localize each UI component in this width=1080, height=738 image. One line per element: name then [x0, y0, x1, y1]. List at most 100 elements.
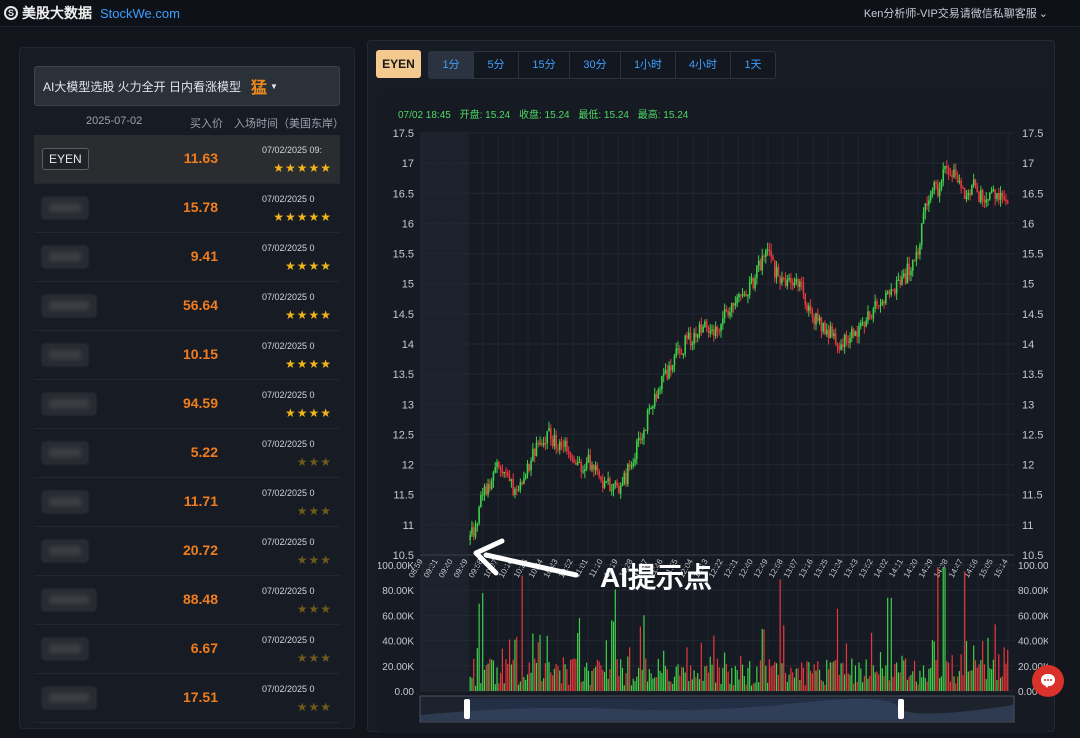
- ticker-badge[interactable]: XXXX: [42, 197, 89, 219]
- pick-row[interactable]: XXXX 9.41 07/02/2025 0 ★★★★: [34, 233, 340, 282]
- price-tick-label-left: 15.5: [393, 249, 414, 261]
- pick-row[interactable]: XXXXX 94.59 07/02/2025 0 ★★★★: [34, 380, 340, 429]
- volume-bar: [491, 659, 493, 691]
- buy-price: 10.15: [182, 346, 218, 362]
- candle-body: [949, 174, 952, 176]
- candle-body: [881, 301, 884, 305]
- ticker-badge[interactable]: EYEN: [42, 148, 89, 170]
- candle-body: [756, 265, 758, 279]
- volume-tick-label-left: 0.00: [395, 687, 415, 698]
- ticker-badge[interactable]: XXXXX: [42, 687, 97, 709]
- candle-body: [888, 291, 891, 295]
- ticker-badge[interactable]: XXXXX: [42, 589, 97, 611]
- volume-bar: [858, 662, 860, 691]
- volume-bar: [935, 659, 937, 691]
- ticker-badge[interactable]: XXXX: [42, 638, 89, 660]
- volume-bar: [874, 672, 876, 691]
- navigator-handle-left[interactable]: [464, 699, 470, 719]
- volume-bar: [770, 666, 772, 691]
- candle-body: [489, 484, 491, 489]
- price-tick-label-left: 12.5: [393, 429, 414, 441]
- volume-bar: [738, 679, 740, 691]
- candle-body: [895, 280, 898, 294]
- price-tick-label-left: 17.5: [393, 128, 414, 140]
- pick-row[interactable]: XXXXX 88.48 07/02/2025 0 ★★★: [34, 576, 340, 625]
- navigator-handle-right[interactable]: [898, 699, 904, 719]
- pick-row[interactable]: EYEN 11.63 07/02/2025 09: ★★★★★: [34, 135, 340, 184]
- candle-body: [558, 441, 561, 450]
- rating-stars: ★★★: [296, 553, 332, 567]
- volume-bar: [759, 660, 762, 691]
- candle-body: [913, 260, 916, 262]
- pick-row[interactable]: XXXX 15.78 07/02/2025 0 ★★★★★: [34, 184, 340, 233]
- site-logo[interactable]: S 美股大数据 StockWe.com: [4, 3, 180, 23]
- candle-body: [521, 482, 523, 485]
- volume-bar: [767, 682, 769, 691]
- volume-bar: [856, 681, 858, 691]
- volume-bar: [1007, 649, 1009, 691]
- contact-menu[interactable]: Ken分析师-VIP交易请微信私聊客服 ⌄: [864, 5, 1048, 21]
- candle-body: [886, 291, 889, 293]
- candle-body: [788, 277, 790, 280]
- pick-row[interactable]: XXXX 5.22 07/02/2025 0 ★★★: [34, 429, 340, 478]
- ticker-badge[interactable]: XXXX: [42, 540, 89, 562]
- timeframe-tab[interactable]: 1小时: [621, 52, 676, 78]
- candlestick-chart[interactable]: 10.5 10.511 1111.5 11.512 1212.5 12.513 1313.5…: [377, 93, 1056, 733]
- volume-bar: [544, 663, 547, 691]
- ticker-badge[interactable]: XXXX: [42, 246, 89, 268]
- timeframe-tab[interactable]: 4小时: [676, 52, 731, 78]
- candle-body: [781, 277, 783, 284]
- volume-bar: [697, 673, 699, 691]
- volume-bar: [591, 670, 593, 691]
- candle-body: [919, 244, 921, 255]
- candle-body: [687, 332, 690, 339]
- ticker-badge[interactable]: XXXXX: [42, 295, 97, 317]
- candle-body: [632, 463, 635, 466]
- model-selector[interactable]: AI大模型选股 火力全开 日内看涨模型 猛 ▼: [34, 66, 340, 106]
- ticker-badge[interactable]: XXXX: [42, 442, 89, 464]
- volume-bar: [629, 647, 631, 691]
- candle-body: [646, 410, 649, 431]
- info-high: 最高: 15.24: [637, 110, 689, 121]
- site-url[interactable]: StockWe.com: [100, 6, 180, 21]
- volume-bar: [736, 669, 738, 691]
- timeframe-tab[interactable]: 15分: [519, 52, 570, 78]
- candle-body: [501, 470, 504, 474]
- timeframe-tab[interactable]: 1天: [731, 52, 775, 78]
- ticker-badge[interactable]: XXXXX: [42, 393, 97, 415]
- volume-bar: [750, 685, 753, 691]
- volume-bar: [743, 676, 745, 691]
- candle-body: [820, 317, 823, 332]
- volume-bar: [702, 680, 704, 691]
- timeframe-tab[interactable]: 1分: [429, 52, 474, 78]
- time-tick-label: 14:02: [872, 557, 890, 579]
- volume-bar: [503, 683, 505, 691]
- pick-row[interactable]: XXXX 11.71 07/02/2025 0 ★★★: [34, 478, 340, 527]
- volume-bar: [650, 673, 652, 691]
- volume-bar: [838, 674, 840, 691]
- price-tick-label-left: 11: [403, 520, 414, 532]
- pick-row[interactable]: XXXX 6.67 07/02/2025 0 ★★★: [34, 625, 340, 674]
- candle-body: [729, 311, 731, 317]
- chat-button[interactable]: [1032, 665, 1064, 697]
- timeframe-tab[interactable]: 30分: [570, 52, 621, 78]
- candle-body: [628, 464, 631, 467]
- candle-body: [548, 428, 550, 432]
- ticker-badge[interactable]: XXXX: [42, 491, 89, 513]
- chart-area[interactable]: 07/02 18:45 开盘: 15.24 收盘: 15.24 最低: 15.2…: [377, 93, 1056, 733]
- symbol-button[interactable]: EYEN: [376, 50, 421, 78]
- pick-row[interactable]: XXXXX 17.51 07/02/2025 0 ★★★: [34, 674, 340, 723]
- volume-bar: [731, 667, 733, 691]
- pick-row[interactable]: XXXXX 56.64 07/02/2025 0 ★★★★: [34, 282, 340, 331]
- ticker-badge[interactable]: XXXX: [42, 344, 89, 366]
- price-tick-label-right: 11: [1022, 520, 1033, 532]
- timeframe-tab[interactable]: 5分: [474, 52, 519, 78]
- candle-body: [942, 169, 945, 182]
- pick-row[interactable]: XXXX 20.72 07/02/2025 0 ★★★: [34, 527, 340, 576]
- pick-row[interactable]: XXXX 10.15 07/02/2025 0 ★★★★: [34, 331, 340, 380]
- volume-bar: [679, 675, 681, 691]
- volume-bar: [528, 662, 530, 691]
- volume-bar: [786, 681, 788, 691]
- volume-bar: [931, 640, 934, 691]
- volume-bar: [969, 670, 971, 691]
